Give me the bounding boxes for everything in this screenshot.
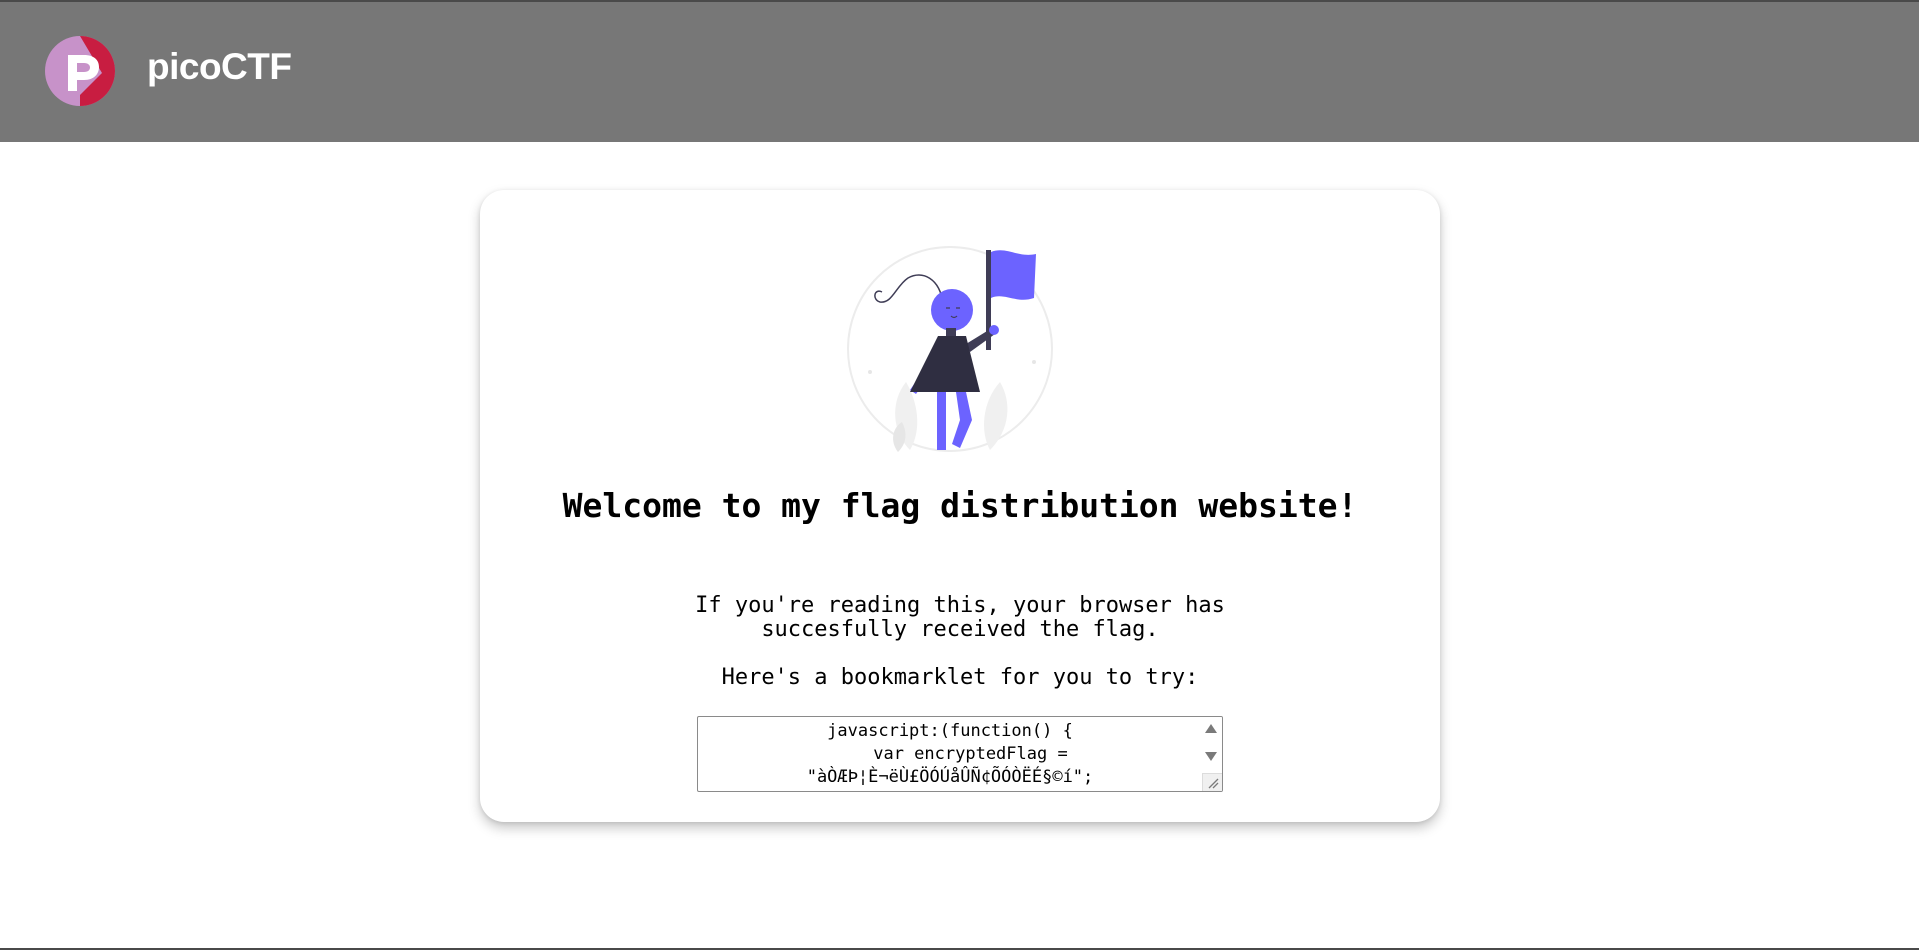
bookmarklet-textarea[interactable]: javascript:(function() { var encryptedFl… bbox=[697, 716, 1223, 792]
bookmarklet-code[interactable]: javascript:(function() { var encryptedFl… bbox=[700, 720, 1200, 789]
code-line-2: var encryptedFlag = bbox=[832, 744, 1068, 764]
scroll-up-arrow-icon[interactable] bbox=[1205, 724, 1217, 733]
code-line-3: "àÒÆÞ¦È¬ëÙ£ÖÓÚåÛÑ¢ÕÓÒËÉ§©í"; bbox=[806, 767, 1094, 787]
bookmarklet-intro: Here's a bookmarklet for you to try: bbox=[721, 665, 1199, 690]
brand-name[interactable]: picoCTF bbox=[147, 46, 292, 88]
scroll-down-arrow-icon[interactable] bbox=[1205, 752, 1217, 761]
main-card: Welcome to my flag distribution website!… bbox=[480, 190, 1440, 822]
site-header: picoCTF bbox=[0, 0, 1919, 142]
woman-with-flag-illustration bbox=[840, 242, 1080, 452]
received-message: If you're reading this, your browser has… bbox=[695, 593, 1225, 642]
picoctf-logo-icon[interactable] bbox=[44, 35, 116, 107]
resize-handle-icon[interactable] bbox=[1202, 773, 1222, 791]
code-line-1: javascript:(function() { bbox=[827, 721, 1073, 741]
page-title: Welcome to my flag distribution website! bbox=[562, 486, 1358, 525]
